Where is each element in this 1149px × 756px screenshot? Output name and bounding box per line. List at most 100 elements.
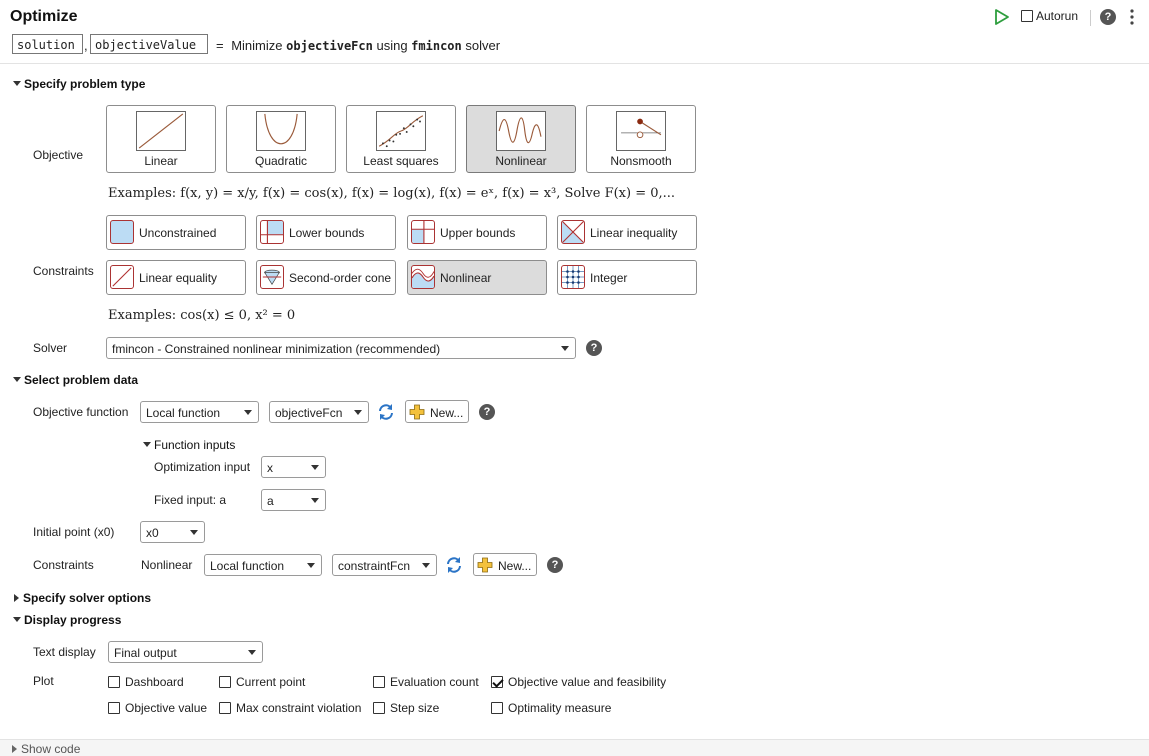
chevron-down-icon xyxy=(190,530,198,535)
autorun-label: Autorun xyxy=(1036,9,1079,23)
solver-dropdown[interactable]: fmincon - Constrained nonlinear minimiza… xyxy=(106,337,576,359)
new-button-label: New... xyxy=(430,406,464,420)
constraint-tile-label: Linear equality xyxy=(139,271,218,285)
plot-step-size-checkbox[interactable] xyxy=(373,702,385,714)
refresh-icon[interactable] xyxy=(445,556,463,574)
help-icon[interactable]: ? xyxy=(1100,9,1116,25)
section-display-progress[interactable]: Display progress xyxy=(13,613,121,627)
objective-tile-label: Least squares xyxy=(363,154,439,168)
constraint-tile-unconstrained[interactable]: Unconstrained xyxy=(106,215,246,250)
plot-label: Plot xyxy=(33,674,54,688)
objective-tile-nonsmooth[interactable]: Nonsmooth xyxy=(586,105,696,173)
section-specify-solver-options[interactable]: Specify solver options xyxy=(14,591,151,605)
objective-tile-label: Linear xyxy=(144,154,178,168)
run-icon[interactable] xyxy=(994,8,1010,26)
objective-tile-label: Quadratic xyxy=(254,154,308,168)
plot-objective-value-feasibility-checkbox[interactable] xyxy=(491,676,503,688)
objective-tile-linear[interactable]: Linear xyxy=(106,105,216,173)
linear-graph-icon xyxy=(136,111,186,151)
objective-source-dropdown[interactable]: Local function xyxy=(140,401,259,423)
nonlinear-constraint-icon xyxy=(411,265,435,289)
summary-solver-name: fmincon xyxy=(411,39,462,53)
constraint-tile-lower-bounds[interactable]: Lower bounds xyxy=(256,215,396,250)
new-constraint-function-button[interactable]: New... xyxy=(473,553,537,576)
plot-dashboard-checkbox[interactable] xyxy=(108,676,120,688)
constraint-tile-label: Upper bounds xyxy=(440,226,516,240)
text-display-value: Final output xyxy=(114,646,177,660)
constraint-examples: Examples: cos(x) ≤ 0, x² = 0 xyxy=(108,308,296,323)
toolbar-divider xyxy=(1090,10,1091,26)
text-display-label: Text display xyxy=(33,645,96,659)
constraint-tile-linear-inequality[interactable]: Linear inequality xyxy=(557,215,697,250)
optimization-input-dropdown[interactable]: x xyxy=(261,456,326,478)
task-summary: = Minimize objectiveFcn using fmincon so… xyxy=(216,38,500,53)
plot-current-point-label: Current point xyxy=(236,675,306,689)
constraint-tile-label: Lower bounds xyxy=(289,226,365,240)
plot-objective-value-checkbox[interactable] xyxy=(108,702,120,714)
text-display-dropdown[interactable]: Final output xyxy=(108,641,263,663)
new-button-label: New... xyxy=(498,559,532,573)
plot-max-constraint-violation-label: Max constraint violation xyxy=(236,701,362,715)
constraint-tile-second-order-cone[interactable]: Second-order cone xyxy=(256,260,396,295)
integer-icon xyxy=(561,265,585,289)
summary-minimize: Minimize xyxy=(231,38,283,53)
section-specify-problem-type[interactable]: Specify problem type xyxy=(13,77,145,91)
more-options-icon[interactable] xyxy=(1127,8,1137,26)
refresh-icon[interactable] xyxy=(377,403,395,421)
constraint-tile-label: Integer xyxy=(590,271,628,285)
constraint-tile-nonlinear[interactable]: Nonlinear xyxy=(407,260,547,295)
fixed-input-label: Fixed input: a xyxy=(154,493,227,507)
objective-function-label: Objective function xyxy=(33,405,129,419)
nonlinear-constraint-label: Nonlinear xyxy=(141,558,193,572)
output-variable-objective-value[interactable]: objectiveValue xyxy=(90,34,208,54)
constraint-tile-upper-bounds[interactable]: Upper bounds xyxy=(407,215,547,250)
objective-examples: Examples: f(x, y) = x/y, f(x) = cos(x), … xyxy=(108,186,676,201)
objective-tile-least-squares[interactable]: Least squares xyxy=(346,105,456,173)
constraint-tile-label: Unconstrained xyxy=(139,226,217,240)
summary-equals: = xyxy=(216,38,224,53)
initial-point-dropdown[interactable]: x0 xyxy=(140,521,205,543)
output-variable-solution[interactable]: solution xyxy=(12,34,83,54)
chevron-down-icon xyxy=(307,563,315,568)
autorun-checkbox[interactable] xyxy=(1021,10,1033,22)
initial-point-value: x0 xyxy=(146,526,159,540)
plot-optimality-measure-checkbox[interactable] xyxy=(491,702,503,714)
objective-tile-nonlinear[interactable]: Nonlinear xyxy=(466,105,576,173)
plus-icon xyxy=(409,404,425,420)
plot-objective-value-label: Objective value xyxy=(125,701,208,715)
solver-dropdown-value: fmincon - Constrained nonlinear minimiza… xyxy=(112,342,441,356)
constraint-source-dropdown[interactable]: Local function xyxy=(204,554,322,576)
lower-bounds-icon xyxy=(260,220,284,244)
objective-function-dropdown[interactable]: objectiveFcn xyxy=(269,401,369,423)
collapse-icon xyxy=(143,442,151,448)
chevron-down-icon xyxy=(248,650,256,655)
show-code-toggle[interactable]: Show code xyxy=(12,742,80,756)
collapse-icon xyxy=(13,81,21,87)
plot-current-point-checkbox[interactable] xyxy=(219,676,231,688)
initial-point-label: Initial point (x0) xyxy=(33,525,115,539)
chevron-down-icon xyxy=(422,563,430,568)
plot-optimality-measure-label: Optimality measure xyxy=(508,701,612,715)
constraint-tile-integer[interactable]: Integer xyxy=(557,260,697,295)
constraint-function-value: constraintFcn xyxy=(338,559,411,573)
plot-evaluation-count-label: Evaluation count xyxy=(390,675,479,689)
objective-source-value: Local function xyxy=(146,406,221,420)
constraints-label: Constraints xyxy=(33,264,94,278)
chevron-down-icon xyxy=(244,410,252,415)
objective-tile-quadratic[interactable]: Quadratic xyxy=(226,105,336,173)
fixed-input-dropdown[interactable]: a xyxy=(261,489,326,511)
collapse-icon xyxy=(13,377,21,383)
constraint-tile-linear-equality[interactable]: Linear equality xyxy=(106,260,246,295)
objective-function-help-icon[interactable]: ? xyxy=(479,404,495,420)
plot-max-constraint-violation-checkbox[interactable] xyxy=(219,702,231,714)
function-inputs-toggle[interactable]: Function inputs xyxy=(143,438,235,452)
new-objective-function-button[interactable]: New... xyxy=(405,400,469,423)
constraint-function-dropdown[interactable]: constraintFcn xyxy=(332,554,437,576)
header-divider xyxy=(0,63,1149,64)
plot-evaluation-count-checkbox[interactable] xyxy=(373,676,385,688)
chevron-down-icon xyxy=(561,346,569,351)
constraint-function-help-icon[interactable]: ? xyxy=(547,557,563,573)
solver-help-icon[interactable]: ? xyxy=(586,340,602,356)
objective-tile-label: Nonsmooth xyxy=(610,154,672,168)
section-select-problem-data[interactable]: Select problem data xyxy=(13,373,138,387)
